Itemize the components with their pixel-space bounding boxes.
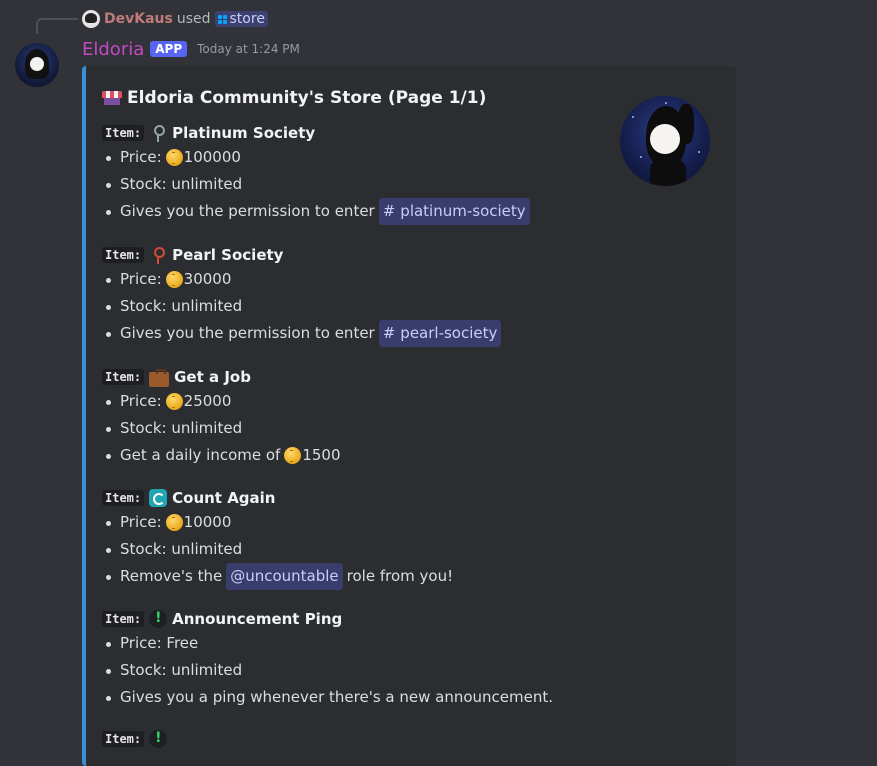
- item-description: Gives you the permission to enter # platin…: [102, 198, 530, 225]
- item-name: Pearl Society: [172, 246, 284, 264]
- embed-thumbnail[interactable]: [620, 96, 710, 186]
- item-description: Get a daily income of 1500: [102, 442, 341, 469]
- key-icon: [149, 124, 167, 142]
- item-price: Price: 25000: [102, 388, 341, 415]
- item-name: Platinum Society: [172, 124, 316, 142]
- channel-mention[interactable]: # pearl-society: [378, 320, 502, 347]
- item-price: Price: Free: [102, 630, 553, 657]
- exclamation-icon: [149, 730, 168, 748]
- store-item: Item: Count Again Price: 10000 Stock: unl…: [102, 487, 453, 590]
- reply-connector: [36, 18, 78, 34]
- item-name: Announcement Ping: [172, 610, 343, 628]
- command-chip[interactable]: store: [214, 11, 268, 27]
- app-command-icon: [217, 14, 227, 24]
- item-price: Price: 30000: [102, 266, 501, 293]
- bot-username[interactable]: Eldoria: [82, 39, 144, 60]
- item-description: Gives you a ping whenever there's a new …: [102, 684, 553, 711]
- item-stock: Stock: unlimited: [102, 171, 530, 198]
- store-icon: [102, 91, 122, 105]
- reply-used-text: used: [176, 11, 211, 27]
- item-price: Price: 100000: [102, 144, 530, 171]
- reply-context[interactable]: DevKaus used store: [82, 8, 268, 30]
- coin-icon: [165, 393, 183, 410]
- item-prefix: Item:: [102, 369, 145, 385]
- item-description: Remove's the @uncountable role from you!: [102, 563, 453, 590]
- item-price: Price: 10000: [102, 509, 453, 536]
- item-name: Count Again: [172, 489, 276, 507]
- role-mention[interactable]: @uncountable: [226, 563, 343, 590]
- item-stock: Stock: unlimited: [102, 536, 453, 563]
- item-prefix: Item:: [102, 731, 145, 747]
- briefcase-icon: [149, 368, 170, 387]
- store-item: Item: Announcement Ping Price: Free Stoc…: [102, 608, 553, 711]
- item-prefix: Item:: [102, 490, 145, 506]
- store-embed: Eldoria Community's Store (Page 1/1) Ite…: [82, 66, 736, 766]
- item-stock: Stock: unlimited: [102, 293, 501, 320]
- embed-title: Eldoria Community's Store (Page 1/1): [102, 88, 486, 108]
- item-prefix: Item:: [102, 125, 145, 141]
- embed-title-text: Eldoria Community's Store (Page 1/1): [127, 88, 487, 108]
- channel-mention[interactable]: # platinum-society: [378, 198, 530, 225]
- message-header: Eldoria APP Today at 1:24 PM: [82, 37, 300, 61]
- item-name: Get a Job: [174, 368, 251, 386]
- message-timestamp[interactable]: Today at 1:24 PM: [197, 42, 300, 56]
- coin-icon: [165, 514, 183, 531]
- exclamation-icon: [149, 610, 168, 628]
- store-item: Item: Get a Job Price: 25000 Stock: unlim…: [102, 366, 341, 469]
- coin-icon: [165, 271, 183, 288]
- item-stock: Stock: unlimited: [102, 657, 553, 684]
- item-prefix: Item:: [102, 247, 145, 263]
- app-badge: APP: [150, 41, 188, 57]
- reply-username[interactable]: DevKaus: [104, 11, 173, 27]
- bot-avatar[interactable]: [15, 43, 59, 87]
- item-description: Gives you the permission to enter # pearl-…: [102, 320, 502, 347]
- item-stock: Stock: unlimited: [102, 415, 341, 442]
- repeat-icon: [149, 489, 168, 507]
- key-icon: [149, 246, 167, 264]
- store-item-partial: Item:: [102, 728, 168, 750]
- coin-icon: [284, 447, 302, 464]
- item-prefix: Item:: [102, 611, 145, 627]
- coin-icon: [165, 149, 183, 166]
- reply-avatar[interactable]: [82, 10, 100, 28]
- store-item: Item: Platinum Society Price: 100000 Stoc…: [102, 122, 530, 225]
- command-name: store: [229, 11, 265, 27]
- store-item: Item: Pearl Society Price: 30000 Stock: u…: [102, 244, 502, 347]
